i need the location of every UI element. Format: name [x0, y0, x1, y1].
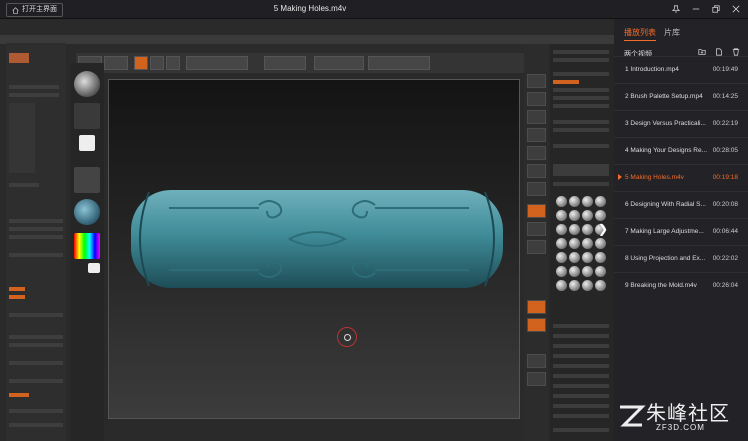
playlist-item[interactable]: 6 Designing With Radial S... 00:20:08 — [614, 191, 748, 218]
watermark-url: ZF3D.COM — [656, 423, 705, 432]
playlist-item-title: 4 Making Your Designs Re... — [625, 147, 708, 154]
playlist-item-title: 7 Making Large Adjustme... — [625, 228, 704, 235]
zbrush-title-strip — [0, 35, 614, 44]
playlist-item[interactable]: 1 Introduction.mp4 00:19:49 — [614, 56, 748, 83]
playlist-item-duration: 00:19:18 — [712, 174, 738, 181]
zbrush-tool-column — [70, 63, 104, 441]
playlist-item[interactable]: 2 Brush Palette Setup.mp4 00:14:25 — [614, 83, 748, 110]
zbrush-top-shelf — [76, 53, 546, 73]
playlist-item[interactable]: 3 Design Versus Practicali... 00:22:19 — [614, 110, 748, 137]
brush-cursor — [337, 327, 357, 347]
window-title: 5 Making Holes.m4v — [273, 4, 347, 13]
playlist-item-duration: 00:20:08 — [712, 201, 738, 208]
playlist-item-duration: 00:06:44 — [712, 228, 738, 235]
next-video-icon[interactable]: ❯ — [596, 219, 610, 239]
playlist-item-title: 9 Breaking the Mold.m4v — [625, 282, 697, 289]
close-icon[interactable] — [732, 5, 740, 13]
playlist-item-duration: 00:28:05 — [712, 147, 738, 154]
now-playing-icon — [618, 174, 622, 180]
zbrush-right-toolbar — [524, 44, 548, 441]
playlist-item[interactable]: 8 Using Projection and Ex... 00:22:02 — [614, 245, 748, 272]
watermark-text: 朱峰社区 — [646, 403, 730, 425]
playlist-item-title: 5 Making Holes.m4v — [625, 174, 684, 181]
playlist-item-duration: 00:19:49 — [712, 66, 738, 73]
sculpt-model — [131, 190, 503, 288]
zbrush-right-palette — [550, 44, 614, 441]
add-folder-icon[interactable] — [698, 43, 706, 55]
viewport-canvas[interactable] — [108, 79, 520, 419]
playlist-item-duration: 00:22:19 — [712, 120, 738, 127]
zbrush-left-panel — [6, 43, 66, 441]
watermark-logo-icon — [620, 405, 646, 427]
playlist-item-title: 2 Brush Palette Setup.mp4 — [625, 93, 703, 100]
restore-icon[interactable] — [712, 5, 720, 13]
playlist-item-title: 3 Design Versus Practicali... — [625, 120, 706, 127]
playlist-item-duration: 00:22:02 — [712, 255, 738, 262]
playlist-panel: 播放列表 片库 两个视频 1 Introduction.mp4 00:19:49 2… — [614, 19, 748, 441]
minimize-icon[interactable] — [692, 5, 700, 13]
playlist-item-duration: 00:26:04 — [712, 282, 738, 289]
tab-library[interactable]: 片库 — [664, 27, 680, 41]
playlist-item[interactable]: 4 Making Your Designs Re... 00:28:05 — [614, 137, 748, 164]
playlist-item-title: 8 Using Projection and Ex... — [625, 255, 706, 262]
playlist-item-duration: 00:14:25 — [712, 93, 738, 100]
watermark: 朱峰社区 ZF3D.COM — [612, 397, 748, 441]
playlist-item-title: 6 Designing With Radial S... — [625, 201, 706, 208]
pin-icon[interactable] — [672, 5, 680, 13]
delete-icon[interactable] — [732, 43, 740, 56]
add-file-icon[interactable] — [715, 43, 723, 56]
playlist-item[interactable]: 5 Making Holes.m4v 00:19:18 — [614, 164, 748, 191]
tab-playlist[interactable]: 播放列表 — [624, 27, 656, 41]
video-frame[interactable]: ❯ — [0, 19, 614, 441]
title-bar: 打开主界面 5 Making Holes.m4v — [0, 0, 748, 19]
playlist-item-title: 1 Introduction.mp4 — [625, 66, 679, 73]
playlist-item[interactable]: 9 Breaking the Mold.m4v 00:26:04 — [614, 272, 748, 299]
playlist-item[interactable]: 7 Making Large Adjustme... 00:06:44 — [614, 218, 748, 245]
playlist-items: 1 Introduction.mp4 00:19:49 2 Brush Palett… — [614, 56, 748, 299]
